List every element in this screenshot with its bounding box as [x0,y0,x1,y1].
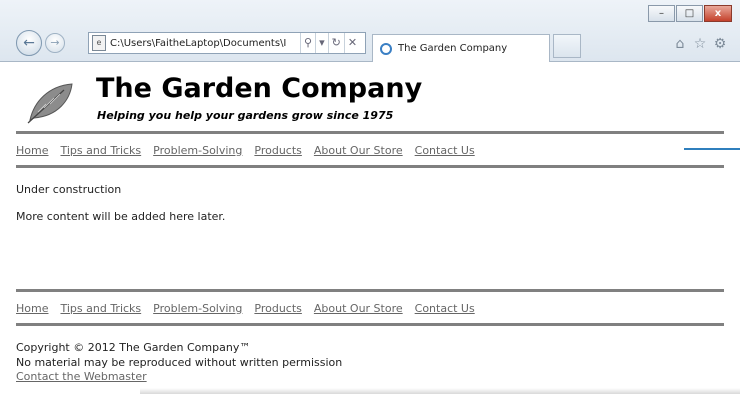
footer-link-products[interactable]: Products [254,302,302,315]
nav-divider [16,165,724,168]
favorites-star-icon[interactable]: ☆ [690,36,710,52]
back-arrow-icon[interactable]: ← [16,30,42,56]
refresh-icon[interactable]: ↻ [327,33,344,53]
footer-link-contact-us[interactable]: Contact Us [415,302,475,315]
browser-chrome: – □ x ← → e C:\Users\FaitheLaptop\Docume… [0,0,740,62]
maximize-button[interactable]: □ [676,5,703,22]
nav-link-problem-solving[interactable]: Problem-Solving [153,144,242,157]
stop-icon[interactable]: ✕ [343,33,360,53]
new-tab-button[interactable] [553,34,581,58]
footer-copyright: Copyright © 2012 The Garden Company™ [16,341,251,354]
site-tagline: Helping you help your gardens grow since… [97,109,394,122]
tab-active[interactable]: The Garden Company [372,34,550,62]
callout-line [684,148,740,150]
close-button[interactable]: x [704,5,732,22]
search-icon[interactable]: ⚲ [300,33,315,53]
content-under-construction: Under construction [16,183,122,196]
address-bar[interactable]: e C:\Users\FaitheLaptop\Documents\I ⚲ ▾ … [88,32,366,54]
nav-link-products[interactable]: Products [254,144,302,157]
contact-webmaster-link[interactable]: Contact the Webmaster [16,370,147,383]
footer-divider-bottom [16,323,724,326]
footer-nav: Home Tips and Tricks Problem-Solving Pro… [16,302,487,315]
dropdown-icon[interactable]: ▾ [315,33,328,53]
leaf-logo-icon [27,83,73,124]
address-url[interactable]: C:\Users\FaitheLaptop\Documents\I [110,38,300,49]
footer-link-home[interactable]: Home [16,302,48,315]
page-icon: e [92,35,106,51]
footer-notice: No material may be reproduced without wr… [16,356,343,369]
footer-divider-top [16,289,724,292]
window-controls: – □ x [648,5,732,22]
nav-link-contact-us[interactable]: Contact Us [415,144,475,157]
header-divider [16,131,724,134]
minimize-button[interactable]: – [648,5,675,22]
nav-link-home[interactable]: Home [16,144,48,157]
forward-arrow-icon[interactable]: → [45,33,65,53]
window-bottom-edge [140,388,740,394]
footer-link-problem-solving[interactable]: Problem-Solving [153,302,242,315]
toolbar-icons: ⌂ ☆ ⚙ [670,36,730,52]
footer-link-about-our-store[interactable]: About Our Store [314,302,403,315]
site-title: The Garden Company [96,73,423,104]
nav-link-about-our-store[interactable]: About Our Store [314,144,403,157]
top-nav: Home Tips and Tricks Problem-Solving Pro… [16,144,487,157]
content-more-later: More content will be added here later. [16,210,226,223]
settings-gear-icon[interactable]: ⚙ [710,36,730,52]
nav-link-tips-and-tricks[interactable]: Tips and Tricks [60,144,141,157]
tab-title: The Garden Company [398,43,508,54]
ie-icon [380,42,392,55]
home-icon[interactable]: ⌂ [670,36,690,52]
footer-link-tips-and-tricks[interactable]: Tips and Tricks [60,302,141,315]
